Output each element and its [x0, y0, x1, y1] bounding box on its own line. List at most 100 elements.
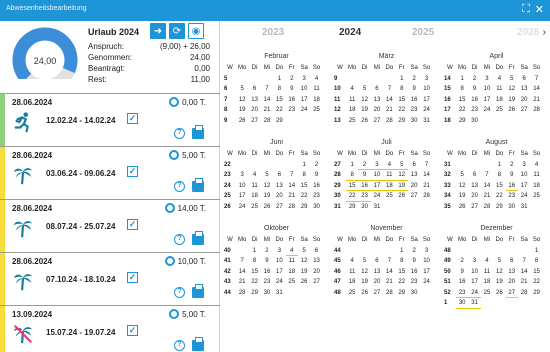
day-cell[interactable]: 29	[530, 287, 542, 299]
day-cell[interactable]: 23	[506, 191, 518, 202]
year-2023[interactable]: 2023	[262, 27, 284, 38]
day-cell[interactable]: 22	[273, 105, 285, 116]
day-cell[interactable]: 9	[286, 84, 298, 95]
day-cell[interactable]: 1	[396, 246, 408, 257]
day-cell[interactable]: 15	[298, 180, 310, 192]
day-cell[interactable]: 17	[420, 266, 432, 278]
help-icon[interactable]: ?	[174, 181, 185, 192]
day-cell[interactable]: 14	[481, 181, 493, 192]
day-cell[interactable]: 21	[261, 105, 273, 116]
day-cell[interactable]: 2	[310, 159, 322, 171]
day-cell[interactable]: 3	[481, 74, 493, 85]
day-cell[interactable]: 14	[286, 181, 298, 192]
day-cell[interactable]: 18	[310, 94, 322, 106]
day-cell[interactable]: 1	[396, 74, 408, 85]
day-cell[interactable]: 13	[506, 267, 518, 278]
year-2024[interactable]: 2024	[339, 27, 361, 38]
day-cell[interactable]: 25	[346, 116, 358, 127]
day-cell[interactable]: 6	[310, 245, 322, 257]
day-cell[interactable]: 10	[236, 181, 248, 192]
day-cell[interactable]: 19	[236, 105, 248, 116]
day-cell[interactable]: 8	[248, 256, 260, 267]
day-cell[interactable]: 16	[358, 181, 371, 191]
day-cell[interactable]: 23	[286, 105, 298, 116]
day-cell[interactable]: 15	[248, 267, 260, 278]
day-cell[interactable]: 23	[408, 105, 420, 116]
day-cell[interactable]: 24	[420, 105, 432, 116]
day-cell[interactable]: 15	[346, 181, 359, 191]
day-cell[interactable]: 27	[248, 116, 260, 127]
day-cell[interactable]: 5	[358, 84, 370, 95]
day-cell[interactable]: 24	[420, 277, 432, 288]
day-cell[interactable]: 11	[530, 170, 542, 181]
day-cell[interactable]: 14	[383, 95, 395, 106]
day-cell[interactable]: 10	[468, 267, 480, 278]
day-cell[interactable]: 23	[408, 277, 420, 288]
day-cell[interactable]: 6	[468, 170, 480, 181]
day-cell[interactable]: 25	[481, 287, 493, 299]
day-cell[interactable]: 12	[395, 170, 408, 181]
day-cell[interactable]: 16	[261, 267, 273, 278]
day-cell[interactable]: 1	[248, 246, 260, 257]
day-cell[interactable]: 21	[383, 277, 395, 288]
day-cell[interactable]: 10	[273, 256, 285, 267]
day-cell[interactable]: 13	[518, 84, 530, 95]
day-cell[interactable]: 15	[396, 95, 408, 106]
printer-icon[interactable]	[192, 284, 204, 298]
day-cell[interactable]: 4	[310, 73, 322, 85]
checkbox-icon[interactable]: ✓	[127, 325, 138, 336]
day-cell[interactable]: 17	[236, 191, 248, 202]
day-cell[interactable]: 6	[371, 256, 383, 267]
day-cell[interactable]: 6	[248, 84, 260, 95]
day-cell[interactable]: 17	[481, 95, 493, 106]
day-cell[interactable]: 12	[298, 256, 310, 267]
next-year-icon[interactable]: ›	[543, 27, 546, 38]
day-cell[interactable]: 14	[530, 84, 542, 95]
day-cell[interactable]: 26	[506, 105, 518, 116]
day-cell[interactable]: 17	[518, 180, 530, 192]
day-cell[interactable]: 21	[420, 180, 432, 192]
day-cell[interactable]: 1	[298, 159, 310, 171]
day-cell[interactable]: 22	[456, 105, 468, 116]
day-cell[interactable]: 16	[286, 95, 298, 106]
day-cell[interactable]: 30	[358, 202, 370, 213]
day-cell[interactable]: 19	[358, 277, 370, 288]
day-cell[interactable]: 31	[518, 201, 530, 213]
day-cell[interactable]: 29	[456, 116, 468, 127]
close-icon[interactable]: ✕	[535, 3, 544, 16]
day-cell[interactable]: 7	[518, 256, 530, 267]
day-cell[interactable]: 22	[396, 277, 408, 288]
absence-entry[interactable]: 28.06.2024 0,00 T. 12.02.24 - 14.02.24 ✓?	[0, 93, 220, 146]
day-cell[interactable]: 4	[383, 160, 396, 170]
day-cell[interactable]: 26	[261, 202, 273, 213]
day-cell[interactable]: 24	[518, 191, 530, 202]
day-cell[interactable]: 12	[358, 267, 370, 278]
day-cell[interactable]: 10	[481, 84, 493, 95]
day-cell[interactable]: 15	[493, 181, 505, 192]
day-cell[interactable]: 12	[456, 181, 468, 192]
day-cell[interactable]: 28	[286, 202, 298, 213]
printer-icon[interactable]	[192, 178, 204, 192]
day-cell[interactable]: 7	[383, 84, 395, 95]
day-cell[interactable]: 1	[456, 73, 468, 85]
printer-icon[interactable]	[192, 337, 204, 351]
day-cell[interactable]: 27	[371, 288, 383, 299]
day-cell[interactable]: 11	[383, 170, 396, 181]
day-cell[interactable]: 16	[505, 181, 518, 191]
day-cell[interactable]: 19	[395, 181, 408, 191]
day-cell[interactable]: 30	[456, 298, 469, 309]
day-cell[interactable]: 8	[396, 256, 408, 267]
day-cell[interactable]: 30	[408, 287, 420, 299]
day-cell[interactable]: 28	[383, 116, 395, 127]
day-cell[interactable]: 28	[518, 287, 530, 299]
day-cell[interactable]: 22	[346, 191, 359, 202]
day-cell[interactable]: 7	[481, 170, 493, 181]
day-cell[interactable]: 7	[286, 170, 298, 181]
day-cell[interactable]: 13	[273, 181, 285, 192]
day-cell[interactable]: 28	[420, 191, 432, 202]
day-cell[interactable]: 22	[248, 277, 260, 288]
day-cell[interactable]: 11	[493, 84, 505, 95]
day-cell[interactable]: 30	[310, 201, 322, 213]
day-cell[interactable]: 23	[468, 105, 480, 116]
absence-entry[interactable]: 28.06.2024 14,00 T. 08.07.24 - 25.07.24 ✓?	[0, 199, 220, 252]
